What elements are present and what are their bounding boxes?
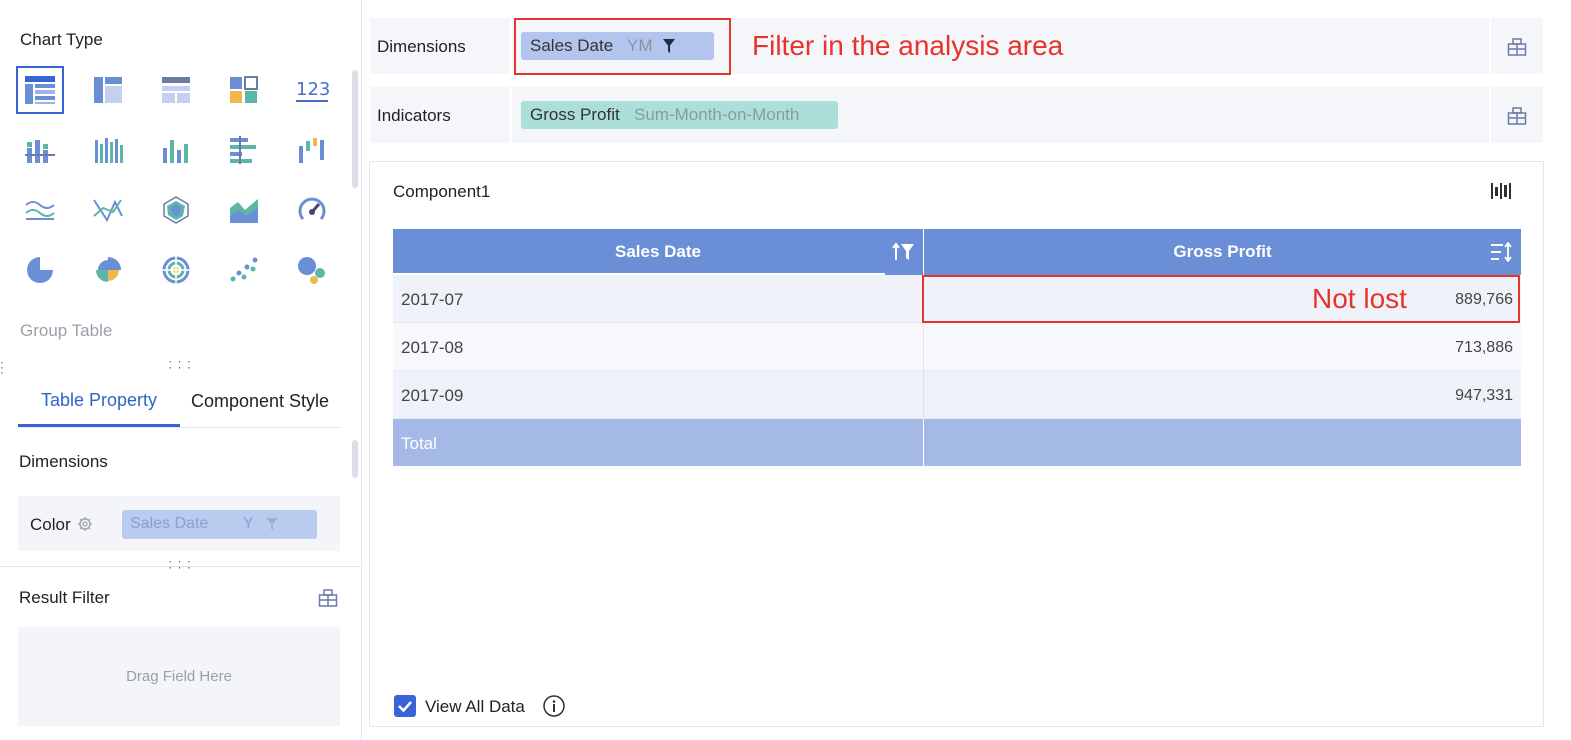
column-header-sales-date[interactable]: Sales Date [393, 229, 923, 275]
not-lost-highlight-box [922, 275, 1520, 323]
result-filter-icon[interactable] [318, 588, 338, 613]
tab-component-style[interactable]: Component Style [180, 376, 340, 427]
pie-chart-icon[interactable] [16, 246, 64, 294]
chart-switch-icon[interactable] [1490, 181, 1512, 206]
property-scrollbar[interactable] [352, 440, 358, 478]
sales-date-cell: 2017-07 [401, 290, 464, 309]
cross-table-icon[interactable] [84, 66, 132, 114]
result-filter-label: Result Filter [19, 588, 110, 607]
component-title[interactable]: Component1 [393, 182, 490, 202]
divider [0, 566, 362, 567]
scatter-plot-icon[interactable] [220, 246, 268, 294]
column-header-gross-profit[interactable]: Gross Profit [924, 229, 1521, 275]
view-all-data-checkbox[interactable] [394, 695, 416, 717]
table-row[interactable]: 2017-09 947,331 [393, 371, 1521, 419]
scatter-line-icon[interactable] [84, 186, 132, 234]
sort-icon[interactable] [1490, 241, 1512, 267]
color-chip-format: Y [243, 515, 254, 532]
divider [923, 371, 924, 419]
detail-table-icon[interactable] [152, 66, 200, 114]
app-window: Chart Type 123 Group Table · · · · · · ·… [0, 0, 1571, 740]
view-all-data-label[interactable]: View All Data [425, 697, 525, 717]
chart-type-grid: 123 [16, 66, 346, 294]
bar-chart-icon[interactable] [220, 126, 268, 174]
kpi-number-icon[interactable]: 123 [288, 66, 336, 114]
gross-profit-cell: 713,886 [1455, 339, 1513, 356]
table-header: Sales Date Gross Profit [393, 229, 1521, 275]
filter-icon[interactable] [265, 517, 279, 536]
filter-annotation: Filter in the analysis area [752, 30, 1064, 61]
left-panel: Chart Type 123 Group Table · · · · · · ·… [0, 0, 362, 740]
color-chip-field-name: Sales Date [130, 515, 209, 532]
area-chart-icon[interactable] [220, 186, 268, 234]
chart-type-scrollbar[interactable] [352, 70, 358, 188]
svg-text:123: 123 [296, 79, 329, 100]
divider [1489, 18, 1491, 74]
gear-icon[interactable] [77, 516, 93, 537]
indicator-chip-name: Gross Profit [530, 105, 620, 124]
sales-date-cell: 2017-09 [401, 386, 464, 405]
indicators-config-icon[interactable] [1507, 106, 1527, 131]
sales-date-cell: 2017-08 [401, 338, 464, 357]
data-table: Sales Date Gross Profit 2017-07 889,766 … [393, 229, 1521, 466]
grouped-column-icon[interactable] [84, 126, 132, 174]
total-row[interactable]: Total [393, 419, 1521, 466]
gross-profit-cell: 947,331 [1455, 387, 1513, 404]
column-chart-icon[interactable] [152, 126, 200, 174]
divider [923, 419, 924, 466]
divider [923, 323, 924, 371]
bubble-icon[interactable] [288, 246, 336, 294]
drag-handle-bottom[interactable]: · · · · · · [168, 555, 192, 573]
multi-ring-icon[interactable] [152, 246, 200, 294]
radar-icon[interactable] [152, 186, 200, 234]
line-chart-icon[interactable] [16, 186, 64, 234]
color-label: Color [30, 515, 71, 534]
sort-filter-icon[interactable] [891, 242, 915, 267]
dimensions-config-icon[interactable] [1507, 37, 1527, 62]
total-label: Total [401, 434, 437, 453]
drag-handle-top[interactable]: · · · · · · [168, 355, 192, 373]
group-table-icon[interactable] [16, 66, 64, 114]
tab-table-property[interactable]: Table Property [18, 376, 180, 427]
dimensions-section-label: Dimensions [19, 452, 108, 471]
stacked-column-icon[interactable] [16, 126, 64, 174]
component-panel: Component1 Sales Date Gross Profit 2017-… [369, 161, 1544, 727]
dimensions-bar-label: Dimensions [377, 37, 466, 56]
gauge-icon[interactable] [288, 186, 336, 234]
property-tabs: Table Property Component Style [18, 376, 340, 428]
not-lost-annotation: Not lost [1312, 283, 1407, 314]
divider [510, 87, 512, 143]
indicators-bar: Indicators Gross Profit Sum-Month-on-Mon… [370, 87, 1543, 143]
chart-type-title: Chart Type [20, 30, 103, 49]
color-field-row: Color Sales Date Y [18, 496, 340, 551]
chart-type-caption: Group Table [20, 321, 113, 340]
panel-resize-handle[interactable]: · · · [0, 356, 4, 378]
info-icon[interactable] [542, 694, 566, 723]
indicators-bar-label: Indicators [377, 106, 451, 125]
divider [510, 18, 512, 74]
rose-pie-icon[interactable] [84, 246, 132, 294]
mixed-layout-icon[interactable] [220, 66, 268, 114]
indicator-chip-calc: Sum-Month-on-Month [634, 105, 800, 124]
waterfall-icon[interactable] [288, 126, 336, 174]
color-field-chip[interactable]: Sales Date Y [122, 510, 317, 539]
filter-highlight-box [514, 18, 731, 75]
result-filter-drop-zone[interactable]: Drag Field Here [18, 627, 340, 726]
divider [1489, 87, 1491, 143]
table-row[interactable]: 2017-08 713,886 [393, 323, 1521, 371]
gross-profit-indicator-chip[interactable]: Gross Profit Sum-Month-on-Month [521, 101, 838, 129]
